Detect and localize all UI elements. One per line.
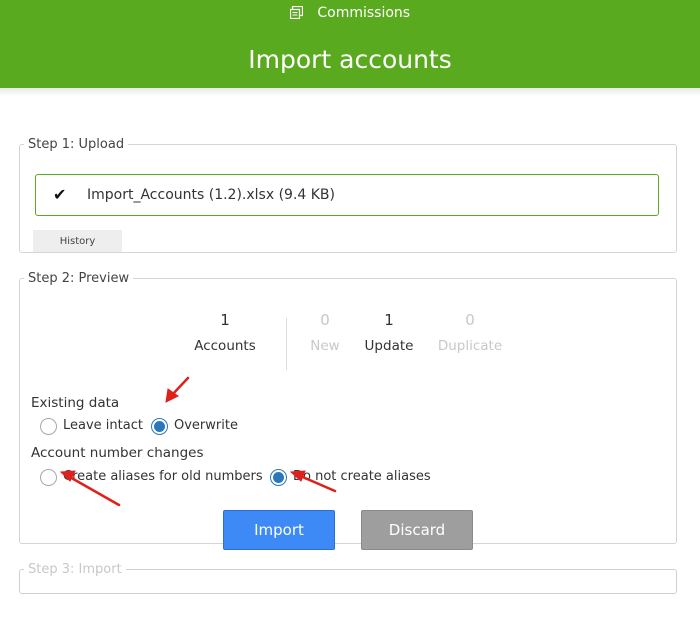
stat-new: 0 New <box>305 310 345 356</box>
step-preview-panel: Step 2: Preview 1 Accounts 0 New 1 Updat… <box>19 271 677 550</box>
commissions-icon <box>289 5 317 21</box>
history-button[interactable]: History <box>33 230 122 252</box>
stat-duplicate: 0 Duplicate <box>433 310 507 356</box>
step-import-legend: Step 3: Import <box>28 562 122 577</box>
preview-stats: 1 Accounts 0 New 1 Update 0 Duplicate <box>20 310 676 370</box>
radio-no-aliases-label: Do not create aliases <box>293 469 431 484</box>
stat-accounts-label: Accounts <box>194 338 256 354</box>
account-number-changes-label: Account number changes <box>31 445 204 461</box>
header-shadow <box>0 88 700 96</box>
existing-data-label: Existing data <box>31 395 120 411</box>
radio-create-aliases-label: Create aliases for old numbers <box>63 469 263 484</box>
radio-no-aliases-control[interactable] <box>270 468 287 486</box>
stat-update: 1 Update <box>359 310 419 356</box>
radio-overwrite-control[interactable] <box>151 417 168 435</box>
radio-create-aliases-control[interactable] <box>40 468 57 486</box>
stat-new-label: New <box>310 338 340 354</box>
radio-leave-intact[interactable]: Leave intact <box>40 417 143 435</box>
step-upload-legend: Step 1: Upload <box>28 137 125 152</box>
radio-overwrite[interactable]: Overwrite <box>151 417 238 435</box>
stat-update-label: Update <box>364 338 414 354</box>
stat-duplicate-value: 0 <box>465 311 475 329</box>
stat-new-value: 0 <box>320 311 330 329</box>
stat-update-value: 1 <box>384 311 394 329</box>
radio-leave-intact-label: Leave intact <box>63 418 143 433</box>
breadcrumb: Commissions <box>0 5 700 21</box>
stat-duplicate-label: Duplicate <box>437 338 503 354</box>
stat-accounts-value: 1 <box>220 311 230 329</box>
breadcrumb-commissions-link[interactable]: Commissions <box>317 5 410 21</box>
uploaded-file-name: Import_Accounts (1.2).xlsx (9.4 KB) <box>87 187 336 203</box>
page-header: Commissions Import accounts <box>0 0 700 88</box>
uploaded-file-box: ✔ Import_Accounts (1.2).xlsx (9.4 KB) <box>35 174 659 216</box>
step-upload-panel: Step 1: Upload ✔ Import_Accounts (1.2).x… <box>19 137 677 253</box>
radio-overwrite-label: Overwrite <box>174 418 238 433</box>
page-title: Import accounts <box>248 45 452 74</box>
radio-leave-intact-control[interactable] <box>40 417 57 435</box>
radio-create-aliases[interactable]: Create aliases for old numbers <box>40 468 263 486</box>
checkmark-icon: ✔ <box>53 185 67 204</box>
step-import-panel: Step 3: Import <box>19 562 677 594</box>
stats-divider <box>286 318 287 370</box>
stat-accounts: 1 Accounts <box>186 310 264 356</box>
step-preview-legend: Step 2: Preview <box>28 271 130 286</box>
import-button[interactable]: Import <box>223 510 335 550</box>
discard-button[interactable]: Discard <box>361 510 473 550</box>
radio-no-aliases[interactable]: Do not create aliases <box>270 468 431 486</box>
